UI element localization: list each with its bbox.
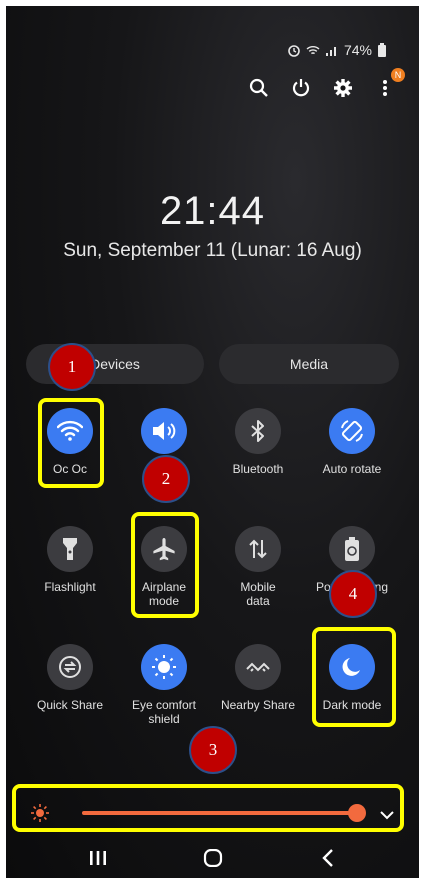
mobile-data-icon	[235, 526, 281, 572]
tile-quick-share-label: Quick Share	[36, 698, 104, 712]
tile-flashlight[interactable]: Flashlight	[24, 526, 116, 594]
wifi-status-icon	[306, 43, 320, 57]
power-icon[interactable]	[291, 78, 311, 98]
nearby-share-icon	[235, 644, 281, 690]
tile-sound[interactable]	[118, 408, 210, 462]
highlight-brightness	[12, 784, 404, 832]
callout-3: 3	[189, 726, 237, 774]
tile-auto-rotate[interactable]: Auto rotate	[306, 408, 398, 476]
media-label: Media	[289, 356, 329, 372]
gear-icon[interactable]	[333, 78, 353, 98]
quick-panel-actions: N	[249, 68, 405, 98]
power-saving-icon	[329, 526, 375, 572]
tile-mobile-data[interactable]: Mobile data	[212, 526, 304, 608]
signal-icon	[325, 43, 339, 57]
tile-auto-rotate-label: Auto rotate	[322, 462, 382, 476]
home-button[interactable]	[202, 848, 224, 868]
status-bar: 74%	[287, 42, 391, 58]
callout-4: 4	[329, 570, 377, 618]
alarm-icon	[287, 43, 301, 57]
callout-1: 1	[48, 343, 96, 391]
battery-icon	[377, 43, 391, 57]
tile-quick-share[interactable]: Quick Share	[24, 644, 116, 712]
back-button[interactable]	[320, 848, 336, 868]
recent-apps-button[interactable]	[88, 848, 108, 868]
notification-badge: N	[391, 68, 405, 82]
tile-eye-comfort[interactable]: Eye comfort shield	[118, 644, 210, 726]
tile-bluetooth[interactable]: Bluetooth	[212, 408, 304, 476]
bluetooth-icon	[235, 408, 281, 454]
eye-comfort-icon	[141, 644, 187, 690]
tile-flashlight-label: Flashlight	[44, 580, 96, 594]
devices-label: Devices	[90, 356, 140, 372]
quick-share-icon	[47, 644, 93, 690]
more-options-icon[interactable]: N	[375, 68, 405, 98]
sound-icon	[141, 408, 187, 454]
tile-nearby-share[interactable]: Nearby Share	[212, 644, 304, 712]
tile-eye-comfort-label: Eye comfort shield	[131, 698, 197, 726]
highlight-dark-mode	[312, 627, 396, 727]
tile-nearby-share-label: Nearby Share	[220, 698, 296, 712]
tile-bluetooth-label: Bluetooth	[232, 462, 284, 476]
search-icon[interactable]	[249, 78, 269, 98]
clock-date: Sun, September 11 (Lunar: 16 Aug)	[63, 240, 362, 261]
battery-percent: 74%	[343, 42, 372, 58]
flashlight-icon	[47, 526, 93, 572]
clock-time: 21:44	[159, 189, 266, 233]
tile-mobile-data-label: Mobile data	[240, 580, 276, 608]
auto-rotate-icon	[329, 408, 375, 454]
highlight-wifi	[38, 398, 104, 488]
callout-2: 2	[142, 455, 190, 503]
media-button[interactable]: Media	[219, 344, 399, 384]
highlight-airplane	[131, 512, 199, 618]
